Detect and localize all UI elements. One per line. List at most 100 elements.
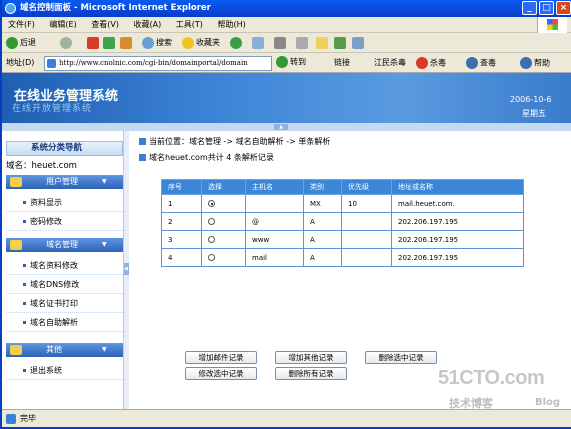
search-button[interactable]: 搜索	[142, 36, 172, 50]
messenger-icon	[334, 36, 346, 49]
cell-index: 2	[161, 212, 202, 231]
antivirus-help-button[interactable]: 帮助	[520, 57, 550, 69]
discuss-icon	[352, 36, 364, 49]
sidebar-domain: 域名：heuet.com	[6, 161, 77, 171]
cell-host: www	[245, 230, 304, 249]
collapse-up-icon[interactable]: ▲	[274, 124, 288, 130]
record-radio[interactable]	[208, 200, 215, 207]
refresh-button[interactable]	[103, 36, 117, 50]
maximize-button[interactable]: □	[539, 1, 554, 15]
forward-button[interactable]	[60, 36, 74, 50]
bullet-icon	[139, 138, 146, 145]
menu-view[interactable]: 查看(V)	[85, 17, 125, 33]
minimize-button[interactable]: _	[522, 1, 537, 15]
delete-selected-button[interactable]: 删除选中记录	[365, 351, 437, 364]
cell-host: @	[245, 212, 304, 231]
sidebar-item-domain-dns[interactable]: 域名DNS修改	[6, 275, 123, 294]
add-mail-record-button[interactable]: 增加邮件记录	[185, 351, 257, 364]
col-select: 选择	[201, 179, 246, 195]
stop-icon	[87, 36, 99, 49]
record-radio[interactable]	[208, 254, 215, 261]
group-user-management[interactable]: 用户管理 ▼	[6, 175, 123, 189]
edit-selected-button[interactable]: 修改选中记录	[185, 367, 257, 380]
cell-address: 202.206.197.195	[391, 230, 524, 249]
edit-icon	[296, 36, 308, 49]
mail-button[interactable]	[252, 36, 266, 50]
watermark-site: 51CTO.com	[438, 367, 545, 389]
back-arrow-icon	[6, 36, 18, 49]
home-button[interactable]	[120, 36, 134, 50]
sidebar-item-domain-cert[interactable]: 域名证书打印	[6, 294, 123, 313]
jiangmin-antivirus[interactable]: 江民杀毒	[374, 57, 406, 68]
col-address: 地址或名称	[391, 179, 524, 195]
cell-type: A	[303, 248, 342, 267]
history-button[interactable]	[230, 36, 244, 50]
edit-button[interactable]	[296, 36, 310, 50]
sidebar-item-profile[interactable]: 资料显示	[6, 193, 123, 212]
cell-host: mail	[245, 248, 304, 267]
breadcrumb: 当前位置：域名管理 -> 域名自助解析 -> 单条解析	[139, 136, 330, 147]
menu-tools[interactable]: 工具(T)	[170, 17, 209, 33]
group-domain-management[interactable]: 域名管理 ▼	[6, 238, 123, 252]
discuss-button[interactable]	[352, 36, 366, 50]
col-priority: 优先级	[341, 179, 392, 195]
menu-file[interactable]: 文件(F)	[2, 17, 41, 33]
menu-bar: 文件(F) 编辑(E) 查看(V) 收藏(A) 工具(T) 帮助(H)	[2, 17, 571, 33]
scan-icon	[466, 57, 478, 69]
cell-type: A	[303, 230, 342, 249]
sidebar-item-password[interactable]: 密码修改	[6, 212, 123, 231]
record-count: 域名heuet.com共计 4 条解析记录	[139, 152, 274, 163]
cell-address: mail.heuet.com.	[391, 194, 524, 213]
kill-icon	[416, 57, 428, 69]
toolbar: 后退 搜索 收藏夹	[2, 33, 571, 53]
favorites-button[interactable]: 收藏夹	[182, 36, 220, 50]
sidebar-item-domain-info[interactable]: 域名资料修改	[6, 256, 123, 275]
table-row: 4 mail A 202.206.197.195	[161, 248, 524, 267]
nav-title: 系统分类导航	[6, 141, 123, 156]
menu-help[interactable]: 帮助(H)	[211, 17, 251, 33]
menu-edit[interactable]: 编辑(E)	[43, 17, 82, 33]
record-radio[interactable]	[208, 236, 215, 243]
delete-all-button[interactable]: 删除所有记录	[275, 367, 347, 380]
print-button[interactable]	[274, 36, 288, 50]
banner-weekday: 星期五	[522, 109, 546, 118]
banner: 在线业务管理系统 在线开放管理系统 2006-10-6 星期五	[2, 73, 571, 123]
sidebar-item-logout[interactable]: 退出系统	[6, 361, 123, 380]
menu-favorites[interactable]: 收藏(A)	[128, 17, 168, 33]
help-icon	[520, 57, 532, 69]
cell-priority	[341, 212, 392, 231]
title-bar: 域名控制面板 - Microsoft Internet Explorer _ □…	[2, 0, 571, 17]
antivirus-scan-button[interactable]: 查毒	[466, 57, 496, 69]
group-other[interactable]: 其他 ▼	[6, 343, 123, 357]
star-icon	[182, 36, 194, 49]
cell-address: 202.206.197.195	[391, 248, 524, 267]
table-row: 3 www A 202.206.197.195	[161, 230, 524, 249]
cell-priority	[341, 230, 392, 249]
status-bar: 完毕	[2, 409, 571, 427]
cell-priority	[341, 248, 392, 267]
page-done-icon	[6, 414, 16, 424]
cell-index: 4	[161, 248, 202, 267]
domain-group-icon	[10, 240, 22, 250]
page-icon	[47, 59, 56, 68]
cell-select	[201, 248, 246, 267]
close-button[interactable]: ×	[556, 1, 571, 15]
folder-button[interactable]	[316, 36, 330, 50]
address-input[interactable]: http://www.cnolnic.com/cgi-bin/domainpor…	[44, 56, 272, 71]
watermark-blog: Blog	[535, 397, 561, 408]
antivirus-kill-button[interactable]: 杀毒	[416, 57, 446, 69]
messenger-button[interactable]	[334, 36, 348, 50]
stop-button[interactable]	[87, 36, 101, 50]
back-button[interactable]: 后退	[6, 36, 36, 50]
go-button[interactable]: 转到	[276, 56, 306, 68]
add-other-record-button[interactable]: 增加其他记录	[275, 351, 347, 364]
record-radio[interactable]	[208, 218, 215, 225]
ie-icon	[5, 3, 16, 14]
chevron-down-icon: ▼	[102, 178, 107, 185]
bullet-icon	[139, 154, 146, 161]
links-label[interactable]: 链接	[334, 57, 350, 68]
sidebar-item-domain-resolve[interactable]: 域名自助解析	[6, 313, 123, 332]
cell-host	[245, 194, 304, 213]
table-row: 2 @ A 202.206.197.195	[161, 212, 524, 231]
table-header-row: 序号 选择 主机名 类别 优先级 地址或名称	[161, 179, 524, 195]
